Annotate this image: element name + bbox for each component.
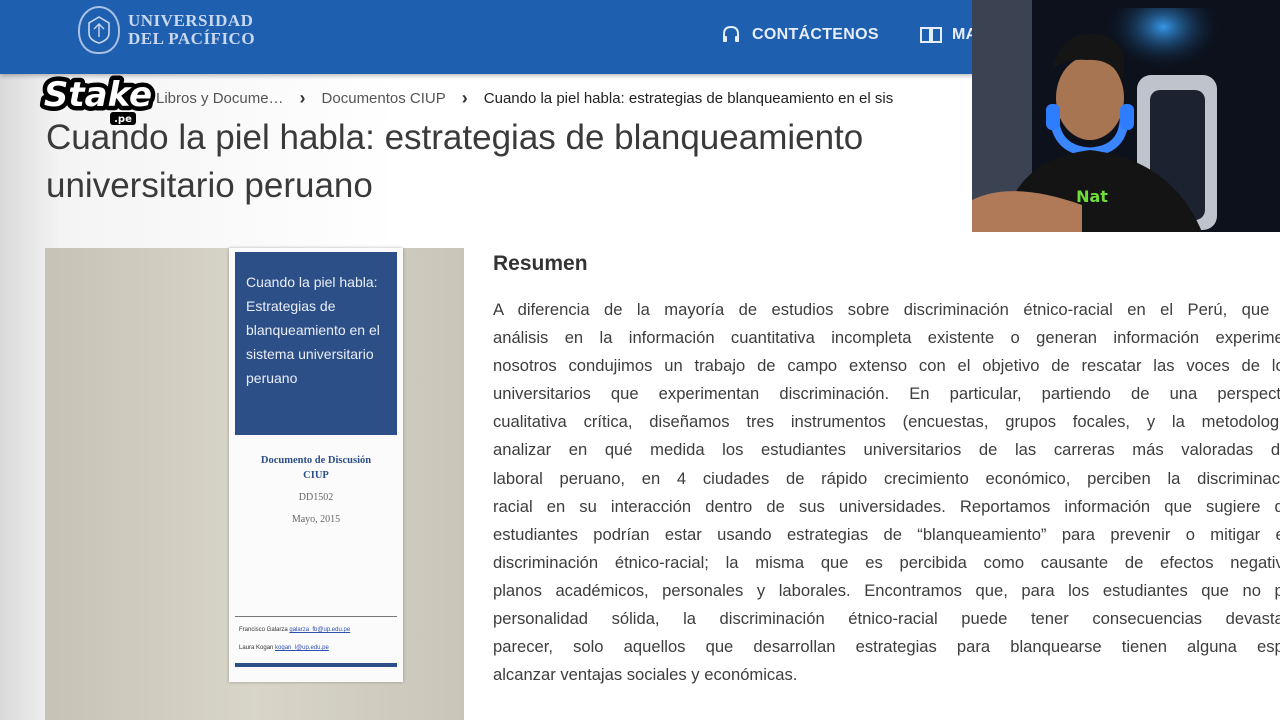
breadcrumb: Libros y Docume… › Documentos CIUP › Cua…: [156, 88, 893, 109]
abstract-line: discriminación étnico-racial; la misma q…: [493, 552, 1280, 572]
contact-link[interactable]: CONTÁCTENOS: [720, 24, 879, 46]
cover-author-2: Laura Kogan kogan_l@up.edu.pe: [239, 639, 393, 657]
abstract-line: laboral peruano, en 4 ciudades de rápido…: [493, 468, 1280, 488]
abstract-line: análisis en la información cuantitativa …: [493, 328, 1280, 348]
shirt-text: Nat: [1076, 187, 1108, 206]
cover-doc-type-line2: CIUP: [303, 470, 329, 481]
abstract-line: cualitativa crítica, diseñamos tres inst…: [493, 412, 1280, 432]
cover-title: Cuando la piel habla: Estrategias de bla…: [246, 274, 380, 386]
cover-doc-type: Documento de Discusión CIUP: [229, 453, 403, 483]
abstract-line: alcanzar ventajas sociales y económicas.: [493, 665, 798, 685]
webcam-overlay: Nat: [972, 0, 1280, 232]
logo-line2: DEL PACÍFICO: [128, 29, 256, 48]
breadcrumb-item-ciup[interactable]: Documentos CIUP: [322, 90, 446, 107]
cover-author-1: Francisco Galarza galarza_fb@up.edu.pe: [239, 621, 393, 639]
university-logo[interactable]: UNIVERSIDAD DEL PACÍFICO: [78, 6, 255, 54]
author-1-name: Francisco Galarza: [239, 627, 288, 633]
chevron-right-icon: ›: [461, 88, 468, 108]
cover-date: Mayo, 2015: [291, 514, 341, 525]
cover-page: Cuando la piel habla: Estrategias de bla…: [229, 248, 403, 682]
streamer-camera-feed: Nat: [972, 0, 1280, 232]
cover-code: DD1502: [298, 492, 334, 503]
sponsor-suffix: .pe: [114, 114, 132, 125]
abstract-line: A diferencia de la mayoría de estudios s…: [493, 300, 1280, 319]
author-2-name: Laura Kogan: [239, 645, 274, 651]
cover-authors: Francisco Galarza galarza_fb@up.edu.pe L…: [235, 616, 397, 667]
author-2-email: kogan_l@up.edu.pe: [275, 645, 329, 651]
breadcrumb-item-books[interactable]: Libros y Docume…: [156, 90, 284, 107]
abstract-line: personalidad sólida, la discriminación é…: [493, 609, 1280, 629]
menu-link[interactable]: MA: [920, 24, 977, 46]
abstract-line: analizar en qué medida los estudiantes u…: [493, 440, 1280, 460]
cover-title-box: Cuando la piel habla: Estrategias de bla…: [235, 252, 397, 435]
sponsor-logo-text: Stake: [44, 75, 152, 115]
abstract-heading: Resumen: [493, 252, 588, 275]
contact-label: CONTÁCTENOS: [752, 26, 879, 43]
abstract-line: estudiantes podrían estar usando estrate…: [493, 524, 1280, 544]
abstract-line: universitarios que experimentan discrimi…: [493, 384, 1280, 404]
abstract-line: nosotros condujimos un trabajo de campo …: [493, 356, 1280, 376]
abstract-text: A diferencia de la mayoría de estudios s…: [493, 296, 1280, 689]
chevron-right-icon: ›: [299, 88, 306, 108]
sponsor-logo: Stake Stake .pe: [39, 71, 157, 125]
abstract-line: racial en su interacción dentro de sus u…: [493, 496, 1280, 516]
author-1-email: galarza_fb@up.edu.pe: [289, 627, 351, 633]
university-name: UNIVERSIDAD DEL PACÍFICO: [128, 12, 255, 48]
breadcrumb-current: Cuando la piel habla: estrategias de bla…: [483, 90, 894, 107]
cover-doc-type-line1: Documento de Discusión: [260, 455, 372, 466]
logo-line1: UNIVERSIDAD: [128, 11, 254, 30]
book-icon: [920, 24, 942, 46]
headset-icon: [720, 24, 742, 46]
document-thumbnail[interactable]: Cuando la piel habla: Estrategias de bla…: [45, 248, 464, 720]
abstract-line: planos académicos, personales y laborale…: [493, 580, 1280, 600]
abstract-line: parecer, solo aquellos que desarrollan e…: [493, 637, 1280, 657]
university-seal-icon: [78, 6, 120, 54]
